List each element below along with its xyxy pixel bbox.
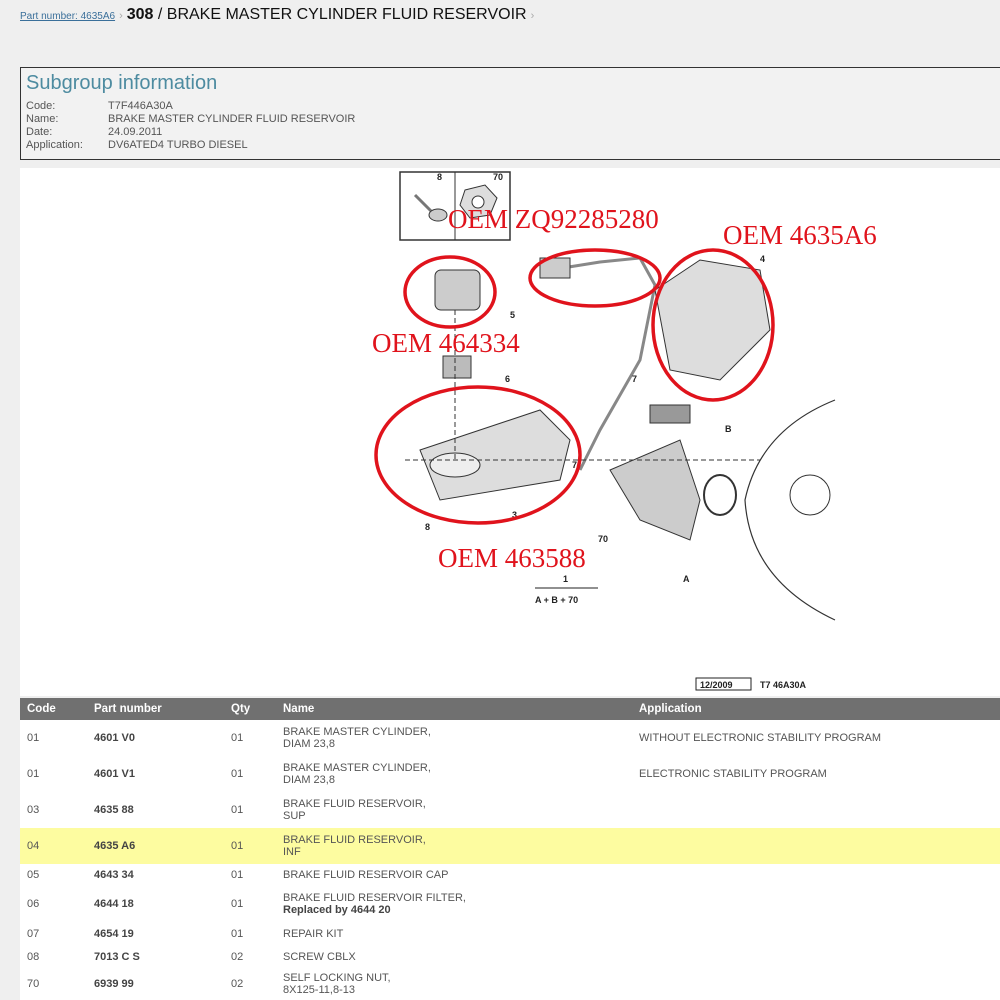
cell-name: REPAIR KIT [283,927,344,940]
cell-name: BRAKE FLUID RESERVOIR, INF [276,828,632,864]
cell-application [632,864,1000,886]
cell-code: 03 [27,804,40,816]
callout-assembly: A + B + 70 [535,595,578,605]
breadcrumb: Part number: 4635A6 › 308 / BRAKE MASTER… [20,6,534,24]
cell-application [632,828,1000,864]
cell-name: BRAKE FLUID RESERVOIR, SUP [283,798,426,822]
callout-B: B [725,424,732,434]
callout-A: A [683,574,690,584]
cell-code: 70 [27,978,40,990]
cell-code: 01 [27,768,40,780]
subgroup-heading: Subgroup information [26,72,218,94]
callout-6: 6 [505,374,510,384]
cell-part-number[interactable]: 4643 34 [87,864,224,886]
parts-table: Code Part number Qty Name Application 01… [20,698,1000,1000]
field-date: Date: 24.09.2011 [26,126,163,138]
table-row[interactable]: 70 6939 99 02 SELF LOCKING NUT, 8X125-11,… [20,968,1000,1000]
callout-8: 8 [425,522,430,532]
cell-qty: 01 [224,828,276,864]
cell-qty: 02 [231,950,244,963]
cell-application [632,922,1000,945]
table-row[interactable]: 01 4601 V1 01 BRAKE MASTER CYLINDER, DIAM… [20,756,1000,792]
cell-code: 01 [27,732,40,744]
page-title: 308 / BRAKE MASTER CYLINDER FLUID RESERV… [126,6,527,23]
cell-name: SELF LOCKING NUT, 8X125-11,8-13 [283,972,391,996]
cell-part-number[interactable]: 4601 V1 [87,756,224,792]
callout-8: 8 [437,172,442,182]
table-row[interactable]: 04 4635 A6 01 BRAKE FLUID RESERVOIR, INF [20,828,1000,864]
cell-qty: 01 [231,732,244,744]
cell-qty: 01 [231,804,244,816]
callout-1: 1 [563,574,568,584]
table-row[interactable]: 01 4601 V0 01 BRAKE MASTER CYLINDER, DIAM… [20,720,1000,756]
cell-code: 05 [27,869,40,881]
table-header: Code Part number Qty Name Application [20,698,1000,720]
callout-5: 5 [510,310,515,320]
oem-label-reservoir-inf: OEM 4635A6 [723,220,877,250]
cell-application: ELECTRONIC STABILITY PROGRAM [639,768,827,780]
cell-qty: 01 [231,768,244,780]
cell-name: BRAKE FLUID RESERVOIR CAP [283,869,449,881]
field-application: Application: DV6ATED4 TURBO DIESEL [26,139,248,151]
cell-part-number[interactable]: 4654 19 [87,922,224,945]
table-row[interactable]: 03 4635 88 01 BRAKE FLUID RESERVOIR, SUP [20,792,1000,828]
cell-qty: 01 [231,927,244,940]
stamp-date: 12/2009 [700,680,733,690]
cell-qty: 01 [231,898,244,910]
oem-label-pipe: OEM ZQ92285280 [448,204,659,234]
cell-application [632,968,1000,1000]
table-row[interactable]: 08 7013 C S 02 SCREW CBLX [20,945,1000,968]
col-part-number[interactable]: Part number [87,698,224,720]
col-code[interactable]: Code [20,698,87,720]
field-code: Code: T7F446A30A [26,100,173,112]
cell-part-number[interactable]: 4644 18 [87,886,224,922]
breadcrumb-separator: › [119,10,123,22]
col-application[interactable]: Application [632,698,1000,720]
cell-name: BRAKE FLUID RESERVOIR FILTER, Replaced by… [283,892,466,916]
stamp-code: T7 46A30A [760,680,807,690]
table-row[interactable]: 06 4644 18 01 BRAKE FLUID RESERVOIR FILT… [20,886,1000,922]
col-name[interactable]: Name [276,698,632,720]
oem-label-reservoir-sup: OEM 463588 [438,543,586,573]
callout-70: 70 [493,172,503,182]
cell-code: 06 [27,898,40,910]
cell-part-number[interactable]: 6939 99 [87,968,224,1000]
cell-qty: 01 [231,869,244,881]
cell-qty: 02 [231,978,244,990]
callout-7: 7 [632,374,637,384]
cell-part-number[interactable]: 4635 A6 [87,828,224,864]
callout-70: 70 [598,534,608,544]
field-name: Name: BRAKE MASTER CYLINDER FLUID RESERVO… [26,113,356,125]
cell-part-number[interactable]: 7013 C S [87,945,224,968]
cell-code: 04 [20,828,87,864]
table-row[interactable]: 05 4643 34 01 BRAKE FLUID RESERVOIR CAP [20,864,1000,886]
parts-diagram: 8 70 5 6 4 7 7 B 3 8 70 A 1 A + B + 70 1… [20,168,1000,696]
oem-label-cap: OEM 464334 [372,328,520,358]
cell-name: BRAKE MASTER CYLINDER, DIAM 23,8 [283,726,431,750]
col-qty[interactable]: Qty [224,698,276,720]
cell-name: SCREW CBLX [283,950,356,963]
breadcrumb-separator: › [530,10,535,22]
cell-part-number[interactable]: 4601 V0 [87,720,224,756]
part-number-link[interactable]: Part number: 4635A6 [20,11,115,22]
cell-application [632,945,1000,968]
cell-code: 08 [27,950,40,963]
cell-name: BRAKE MASTER CYLINDER, DIAM 23,8 [283,762,431,786]
cell-code: 07 [27,927,40,940]
cell-application [632,792,1000,828]
subgroup-info-panel: Subgroup information Code: T7F446A30A Nam… [20,67,1000,160]
callout-4: 4 [760,254,765,264]
cell-application: WITHOUT ELECTRONIC STABILITY PROGRAM [639,732,882,744]
table-row[interactable]: 07 4654 19 01 REPAIR KIT [20,922,1000,945]
cell-part-number[interactable]: 4635 88 [87,792,224,828]
cell-application [632,886,1000,922]
